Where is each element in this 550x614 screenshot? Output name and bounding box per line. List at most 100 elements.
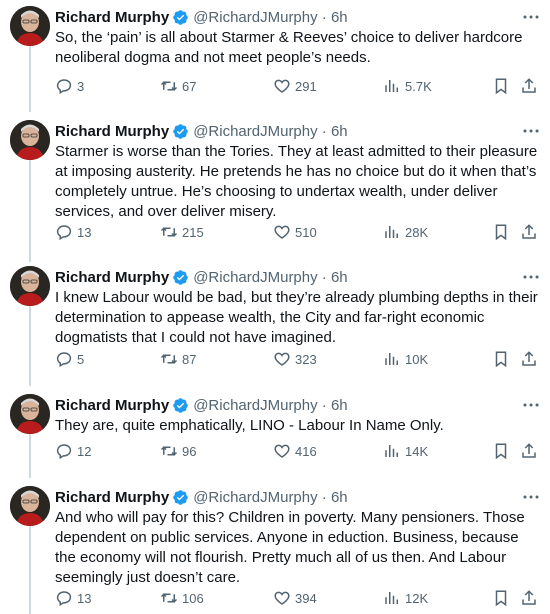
heart-icon bbox=[274, 444, 290, 458]
tweet-time[interactable]: 6h bbox=[331, 489, 348, 506]
more-icon[interactable] bbox=[522, 490, 540, 504]
like-count: 291 bbox=[295, 78, 317, 94]
tweet-header: Richard Murphy @RichardJMurphy · 6h bbox=[55, 120, 348, 142]
like-button[interactable]: 416 bbox=[273, 441, 317, 461]
views-icon bbox=[385, 226, 398, 238]
more-icon[interactable] bbox=[522, 124, 540, 138]
reply-button[interactable]: 13 bbox=[55, 588, 91, 608]
tweet-time[interactable]: 6h bbox=[331, 123, 348, 140]
avatar[interactable] bbox=[10, 266, 50, 306]
author-handle[interactable]: @RichardJMurphy bbox=[193, 489, 317, 506]
author-name[interactable]: Richard Murphy bbox=[55, 489, 169, 506]
tweet-actions: 13 215 510 28K bbox=[55, 222, 540, 242]
tweet-time[interactable]: 6h bbox=[331, 9, 348, 26]
retweet-count: 96 bbox=[182, 443, 197, 459]
verified-badge-icon bbox=[172, 9, 189, 26]
tweet-text: So, the ‘pain’ is all about Starmer & Re… bbox=[55, 29, 523, 66]
tweet[interactable]: Richard Murphy @RichardJMurphy · 6h They… bbox=[0, 394, 550, 474]
share-icon[interactable] bbox=[520, 350, 538, 368]
more-icon[interactable] bbox=[522, 270, 540, 284]
retweet-icon bbox=[160, 227, 178, 237]
author-handle[interactable]: @RichardJMurphy bbox=[193, 9, 317, 26]
author-handle[interactable]: @RichardJMurphy bbox=[193, 397, 317, 414]
like-count: 416 bbox=[295, 443, 317, 459]
views-icon bbox=[385, 592, 398, 604]
retweet-icon bbox=[160, 593, 178, 603]
avatar[interactable] bbox=[10, 394, 50, 434]
author-name[interactable]: Richard Murphy bbox=[55, 397, 169, 414]
like-button[interactable]: 323 bbox=[273, 349, 317, 369]
reply-button[interactable]: 5 bbox=[55, 349, 84, 369]
tweet-time[interactable]: 6h bbox=[331, 269, 348, 286]
retweet-count: 215 bbox=[182, 224, 204, 240]
retweet-icon bbox=[160, 446, 178, 456]
share-icon[interactable] bbox=[520, 77, 538, 95]
tweet-actions: 3 67 291 5.7K bbox=[55, 76, 540, 96]
separator-dot: · bbox=[317, 488, 331, 506]
separator-dot: · bbox=[317, 122, 331, 140]
retweet-count: 106 bbox=[182, 590, 204, 606]
share-icon[interactable] bbox=[520, 589, 538, 607]
like-button[interactable]: 394 bbox=[273, 588, 317, 608]
like-button[interactable]: 510 bbox=[273, 222, 317, 242]
views-button[interactable]: 10K bbox=[383, 349, 428, 369]
avatar[interactable] bbox=[10, 120, 50, 160]
tweet-text: And who will pay for this? Children in p… bbox=[55, 509, 525, 586]
author-name[interactable]: Richard Murphy bbox=[55, 269, 169, 286]
reply-icon bbox=[56, 225, 72, 241]
views-button[interactable]: 5.7K bbox=[383, 76, 432, 96]
separator-dot: · bbox=[317, 396, 331, 414]
tweet-time[interactable]: 6h bbox=[331, 397, 348, 414]
avatar[interactable] bbox=[10, 6, 50, 46]
tweet[interactable]: Richard Murphy @RichardJMurphy · 6h So, … bbox=[0, 6, 550, 116]
retweet-button[interactable]: 96 bbox=[160, 441, 196, 461]
retweet-button[interactable]: 67 bbox=[160, 76, 196, 96]
bookmark-icon[interactable] bbox=[492, 223, 510, 241]
bookmark-icon[interactable] bbox=[492, 442, 510, 460]
share-icon[interactable] bbox=[520, 223, 538, 241]
reply-button[interactable]: 13 bbox=[55, 222, 91, 242]
retweet-button[interactable]: 106 bbox=[160, 588, 204, 608]
tweet-header: Richard Murphy @RichardJMurphy · 6h bbox=[55, 266, 348, 288]
verified-badge-icon bbox=[172, 397, 189, 414]
views-button[interactable]: 12K bbox=[383, 588, 428, 608]
author-name[interactable]: Richard Murphy bbox=[55, 123, 169, 140]
retweet-button[interactable]: 215 bbox=[160, 222, 204, 242]
views-count: 12K bbox=[405, 590, 429, 606]
tweet-header: Richard Murphy @RichardJMurphy · 6h bbox=[55, 6, 348, 28]
avatar[interactable] bbox=[10, 486, 50, 526]
tweet-text: Starmer is worse than the Tories. They a… bbox=[55, 143, 538, 220]
author-name[interactable]: Richard Murphy bbox=[55, 9, 169, 26]
more-icon[interactable] bbox=[522, 398, 540, 412]
views-button[interactable]: 14K bbox=[383, 441, 428, 461]
tweet[interactable]: Richard Murphy @RichardJMurphy · 6h Star… bbox=[0, 120, 550, 260]
heart-icon bbox=[274, 352, 290, 366]
retweet-button[interactable]: 87 bbox=[160, 349, 196, 369]
tweet-actions: 12 96 416 14K bbox=[55, 441, 540, 461]
reply-count: 5 bbox=[77, 351, 85, 367]
views-icon bbox=[385, 80, 398, 92]
reply-count: 13 bbox=[77, 590, 92, 606]
views-count: 10K bbox=[405, 351, 429, 367]
more-icon[interactable] bbox=[522, 10, 540, 24]
tweet-actions: 13 106 394 12K bbox=[55, 588, 540, 608]
like-count: 394 bbox=[295, 590, 317, 606]
bookmark-icon[interactable] bbox=[492, 589, 510, 607]
retweet-icon bbox=[160, 81, 178, 91]
bookmark-icon[interactable] bbox=[492, 77, 510, 95]
reply-button[interactable]: 12 bbox=[55, 441, 91, 461]
views-count: 14K bbox=[405, 443, 429, 459]
reply-button[interactable]: 3 bbox=[55, 76, 84, 96]
views-button[interactable]: 28K bbox=[383, 222, 428, 242]
author-handle[interactable]: @RichardJMurphy bbox=[193, 123, 317, 140]
bookmark-icon[interactable] bbox=[492, 350, 510, 368]
author-handle[interactable]: @RichardJMurphy bbox=[193, 269, 317, 286]
tweet[interactable]: Richard Murphy @RichardJMurphy · 6h I kn… bbox=[0, 266, 550, 386]
like-button[interactable]: 291 bbox=[273, 76, 317, 96]
separator-dot: · bbox=[317, 268, 331, 286]
reply-count: 3 bbox=[77, 78, 85, 94]
reply-count: 13 bbox=[77, 224, 92, 240]
tweet-actions: 5 87 323 10K bbox=[55, 349, 540, 369]
share-icon[interactable] bbox=[520, 442, 538, 460]
tweet[interactable]: Richard Murphy @RichardJMurphy · 6h And … bbox=[0, 486, 550, 614]
